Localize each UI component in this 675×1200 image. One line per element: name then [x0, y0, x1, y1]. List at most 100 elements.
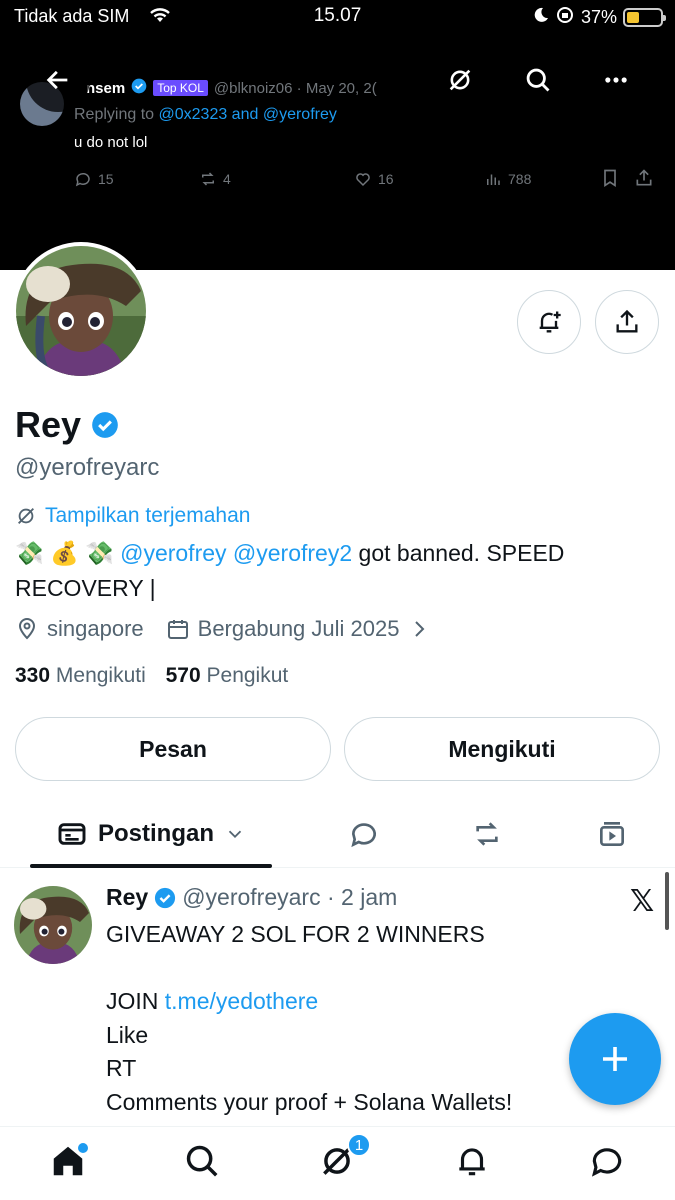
verified-icon	[92, 412, 118, 438]
more-button[interactable]	[584, 48, 648, 112]
post-line: JOIN t.me/yedothere	[106, 985, 666, 1019]
tab-media[interactable]	[580, 800, 644, 868]
search-icon	[526, 68, 550, 92]
repost-icon	[202, 172, 214, 186]
followers-label: Pengikut	[206, 664, 289, 687]
banner-post-stats: 15 4 16 788	[74, 170, 664, 188]
search-icon	[186, 1145, 218, 1177]
bio-mention[interactable]: @yerofrey2	[233, 540, 352, 566]
message-button[interactable]: Pesan	[15, 717, 331, 781]
posts-icon	[58, 823, 86, 845]
post-header: Rey @yerofreyarc · 2 jam	[106, 884, 397, 911]
post-author-name[interactable]: Rey	[106, 884, 148, 911]
x-logo-icon: 𝕏	[630, 885, 655, 918]
reply-icon	[351, 823, 376, 848]
profile-tabs: Postingan	[0, 800, 675, 868]
grok-icon	[449, 69, 471, 91]
following-button[interactable]: Mengikuti	[344, 717, 660, 781]
nav-search[interactable]	[180, 1139, 224, 1183]
chevron-down-icon	[228, 830, 242, 839]
tab-reposts[interactable]	[455, 800, 519, 868]
orientation-lock-icon	[555, 5, 575, 30]
nav-notifications[interactable]	[450, 1139, 494, 1183]
followers-link[interactable]: 570 Pengikut	[166, 664, 289, 687]
grok-badge: 1	[347, 1133, 371, 1157]
avatar-image	[14, 886, 92, 964]
bio-emojis: 💸 💰 💸	[15, 540, 114, 566]
moon-icon	[531, 6, 549, 29]
following-label: Mengikuti	[55, 664, 146, 687]
back-button[interactable]	[26, 48, 90, 112]
location-pin-icon	[18, 618, 36, 640]
heart-icon	[356, 173, 370, 187]
battery-fill	[627, 12, 639, 23]
post-avatar[interactable]	[14, 886, 92, 964]
chat-bubble-icon	[591, 1148, 622, 1177]
chevron-right-icon[interactable]	[407, 617, 431, 641]
profile-avatar[interactable]	[12, 242, 150, 380]
replying-links: @0x2323 and @yerofrey	[158, 106, 337, 123]
banner-post-name: nsem	[86, 79, 126, 97]
banner-kol-badge: Top KOL	[153, 80, 208, 96]
replying-prefix: Replying to	[74, 106, 159, 123]
battery-icon	[623, 8, 666, 27]
tab-posts-label: Postingan	[97, 820, 214, 847]
banner-reposts: 4	[199, 170, 354, 188]
grok-icon	[18, 508, 34, 524]
share-profile-button[interactable]	[595, 290, 659, 354]
translate-link[interactable]: Tampilkan terjemahan	[15, 504, 250, 528]
joined-label[interactable]: Bergabung Juli 2025	[198, 616, 400, 642]
verified-icon	[155, 887, 176, 908]
nav-messages[interactable]	[585, 1139, 629, 1183]
status-bar: Tidak ada SIM 15.07 37%	[0, 0, 675, 34]
profile-banner[interactable]: nsem Top KOL @blknoiz06 · May 20, 2( Rep…	[0, 34, 675, 270]
profile-meta: singapore Bergabung Juli 2025	[15, 616, 431, 642]
following-count: 330	[15, 664, 51, 687]
banner-reposts-count: 4	[223, 171, 231, 187]
banner-post-header: nsem Top KOL @blknoiz06 · May 20, 2(	[86, 78, 377, 98]
banner-replies-count: 15	[98, 171, 114, 187]
bottom-nav: 1	[0, 1126, 675, 1200]
bell-plus-icon	[539, 311, 561, 333]
tab-replies[interactable]	[332, 800, 396, 868]
translate-label: Tampilkan terjemahan	[45, 504, 251, 527]
profile-bio: 💸 💰 💸 @yerofrey @yerofrey2 got banned. S…	[15, 536, 655, 606]
grok-button[interactable]	[428, 48, 492, 112]
repost-icon	[476, 822, 498, 846]
bookmark-icon	[604, 169, 616, 188]
banner-views-count: 788	[508, 171, 532, 187]
banner-post-handle: @blknoiz06 · May 20, 2(	[213, 79, 377, 97]
calendar-icon	[167, 620, 188, 639]
compose-button[interactable]	[569, 1013, 661, 1105]
reply-icon	[75, 172, 90, 187]
search-button[interactable]	[506, 48, 570, 112]
notify-button[interactable]	[517, 290, 581, 354]
profile-handle: @yerofreyarc	[15, 454, 160, 481]
tab-posts[interactable]: Postingan	[30, 800, 272, 868]
post-line: GIVEAWAY 2 SOL FOR 2 WINNERS	[106, 921, 485, 947]
profile-name-text: Rey	[15, 404, 82, 445]
banner-likes-count: 16	[378, 171, 394, 187]
bio-mention[interactable]: @yerofrey	[120, 540, 226, 566]
banner-post-text: u do not lol	[74, 134, 148, 151]
share-icon	[616, 309, 638, 333]
follow-counts: 330 Mengikuti 570 Pengikut	[15, 664, 288, 688]
more-dots-icon	[605, 77, 627, 83]
followers-count: 570	[165, 664, 201, 687]
home-notification-dot	[78, 1143, 88, 1153]
post-handle-time: @yerofreyarc · 2 jam	[182, 884, 398, 910]
share-icon	[636, 169, 652, 186]
nav-grok[interactable]: 1	[315, 1133, 371, 1183]
battery-percent: 37%	[580, 7, 617, 27]
nav-home[interactable]	[46, 1139, 90, 1183]
profile-name: Rey	[15, 404, 119, 446]
verified-icon	[131, 78, 147, 98]
views-icon	[487, 174, 500, 185]
post-link[interactable]: t.me/yedothere	[165, 988, 318, 1014]
bell-icon	[459, 1148, 485, 1176]
post-join-prefix: JOIN	[106, 988, 165, 1014]
banner-likes: 16	[354, 170, 484, 188]
following-link[interactable]: 330 Mengikuti	[15, 664, 146, 687]
plus-icon	[603, 1047, 627, 1071]
banner-replies: 15	[74, 170, 169, 188]
